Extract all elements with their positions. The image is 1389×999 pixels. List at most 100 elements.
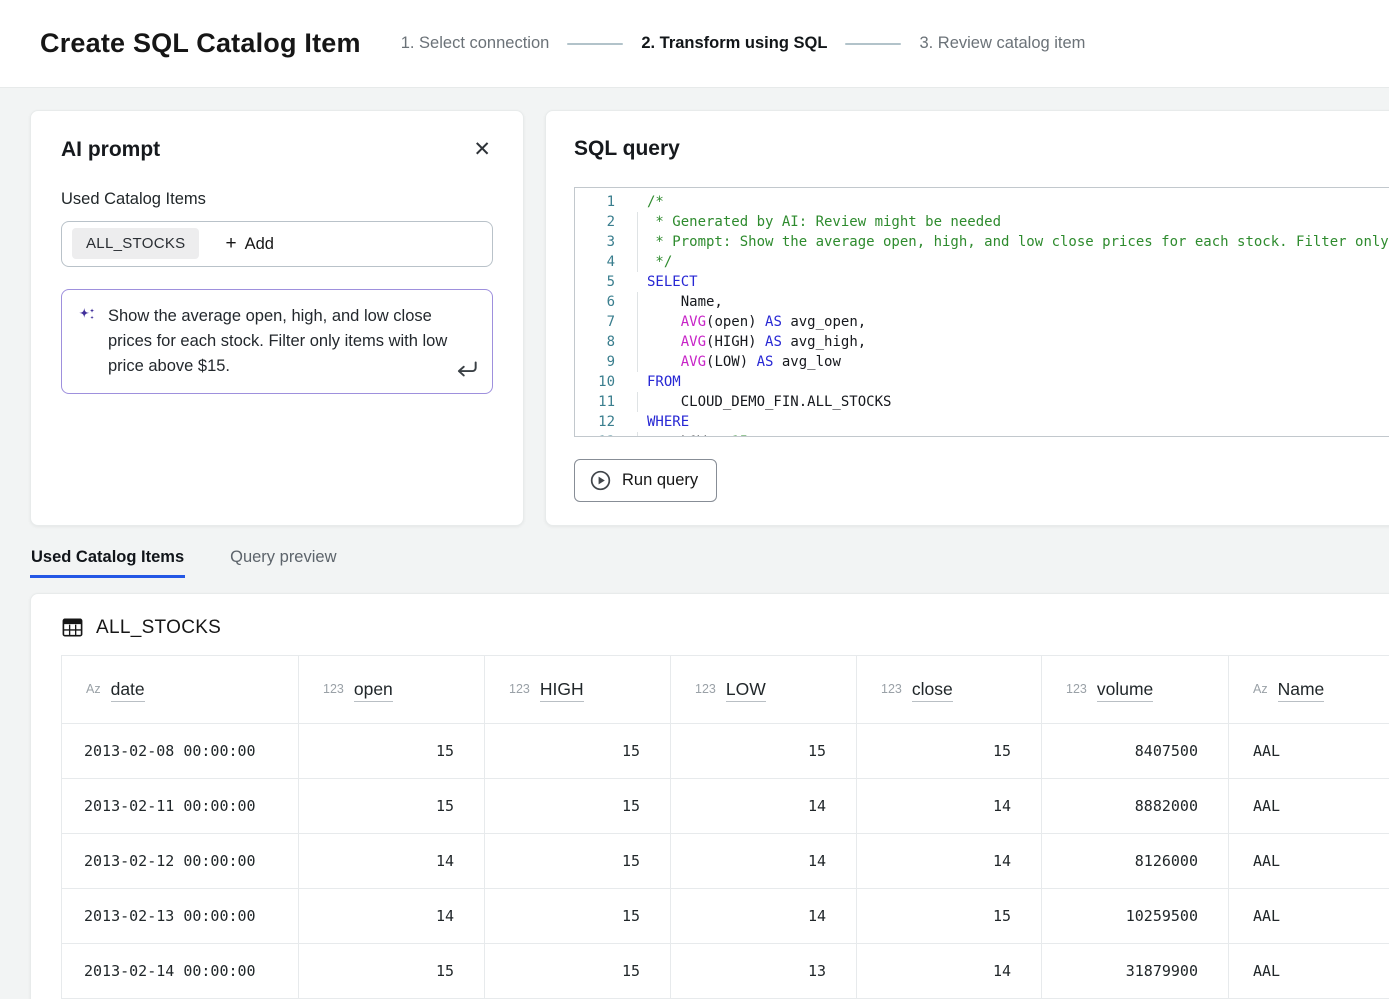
table-cell: 8407500 [1042,724,1229,779]
table-cell: 2013-02-08 00:00:00 [62,724,299,779]
text-type-icon: Az [86,682,101,696]
ai-prompt-input[interactable]: Show the average open, high, and low clo… [61,289,493,394]
table-cell: AAL [1229,779,1389,834]
code-line: 1/* [575,192,1389,212]
wizard-steps: 1. Select connection2. Transform using S… [401,34,1086,53]
code-line: 7 AVG(open) AS avg_open, [575,312,1389,332]
column-header-close[interactable]: 123close [857,656,1042,724]
ai-prompt-panel: AI prompt ✕ Used Catalog Items ALL_STOCK… [30,110,524,526]
line-number: 3 [575,232,621,252]
column-name: open [354,679,393,702]
tab-used-catalog-items[interactable]: Used Catalog Items [30,546,185,578]
table-cell: 15 [485,889,671,944]
column-header-name[interactable]: AzName [1229,656,1389,724]
line-number: 5 [575,272,621,292]
code-text: AVG(LOW) AS avg_low [621,352,841,372]
line-number: 7 [575,312,621,332]
table-cell: 15 [857,889,1042,944]
numeric-type-icon: 123 [509,682,530,696]
line-number: 13 [575,432,621,437]
code-text: FROM [621,372,681,392]
table-cell: 15 [671,724,857,779]
table-cell: AAL [1229,889,1389,944]
add-button-label: Add [245,235,274,254]
line-number: 10 [575,372,621,392]
table-cell: 15 [485,834,671,889]
table-cell: 14 [671,889,857,944]
numeric-type-icon: 123 [1066,682,1087,696]
code-text: /* [621,192,664,212]
column-header-low[interactable]: 123LOW [671,656,857,724]
column-header-open[interactable]: 123 open [299,656,485,724]
sql-code-editor[interactable]: 1/*2 * Generated by AI: Review might be … [574,187,1389,437]
table-cell: AAL [1229,834,1389,889]
code-line: 3 * Prompt: Show the average open, high,… [575,232,1389,252]
table-cell: 13 [671,944,857,999]
column-name: Name [1278,679,1325,702]
app-header: Create SQL Catalog Item 1. Select connec… [0,0,1389,88]
step-connector [567,43,623,45]
wizard-step-3: 3. Review catalog item [919,34,1085,53]
table-cell: 14 [857,779,1042,834]
column-name: LOW [726,679,766,702]
close-icon[interactable]: ✕ [471,137,493,162]
line-number: 12 [575,412,621,432]
line-number: 6 [575,292,621,312]
submit-prompt-icon[interactable] [454,357,480,383]
preview-tabs: Used Catalog Items Query preview [30,546,338,578]
table-cell: 31879900 [1042,944,1229,999]
table-cell: 14 [299,834,485,889]
table-cell: 14 [857,944,1042,999]
code-text: * Generated by AI: Review might be neede… [621,212,1001,232]
numeric-type-icon: 123 [323,682,344,696]
column-header-volume[interactable]: 123 volume [1042,656,1229,724]
table-cell: 2013-02-14 00:00:00 [62,944,299,999]
code-line: 10FROM [575,372,1389,392]
line-number: 2 [575,212,621,232]
play-icon [589,469,612,492]
code-text: LOW > 15 [621,432,748,437]
table-cell: 15 [299,724,485,779]
code-line: 9 AVG(LOW) AS avg_low [575,352,1389,372]
preview-table-name: ALL_STOCKS [96,617,221,639]
plus-icon: + [225,233,236,255]
prompt-text: Show the average open, high, and low clo… [108,304,448,379]
code-text: AVG(HIGH) AS avg_high, [621,332,866,352]
line-number: 1 [575,192,621,212]
table-row: 2013-02-14 00:00:001515131431879900AAL [62,944,1389,999]
line-number: 9 [575,352,621,372]
table-cell: 8882000 [1042,779,1229,834]
create-sql-catalog-page: Create SQL Catalog Item 1. Select connec… [0,0,1389,999]
catalog-item-chip[interactable]: ALL_STOCKS [72,228,199,259]
column-header-date[interactable]: Azdate [62,656,299,724]
code-line: 2 * Generated by AI: Review might be nee… [575,212,1389,232]
table-cell: 15 [299,944,485,999]
code-line: 6 Name, [575,292,1389,312]
catalog-items-input[interactable]: ALL_STOCKS + Add [61,221,493,267]
sql-query-title: SQL query [574,137,1389,161]
column-name: volume [1097,679,1153,702]
code-text: CLOUD_DEMO_FIN.ALL_STOCKS [621,392,891,412]
table-cell: 15 [485,724,671,779]
table-cell: 2013-02-13 00:00:00 [62,889,299,944]
run-query-button[interactable]: Run query [574,459,717,502]
code-text: Name, [621,292,723,312]
tab-query-preview[interactable]: Query preview [229,546,337,578]
page-title: Create SQL Catalog Item [40,28,361,59]
preview-data-table: Azdate123open123HIGH123LOW123close123vol… [61,655,1389,999]
used-catalog-items-label: Used Catalog Items [61,190,493,209]
column-header-high[interactable]: 123HIGH [485,656,671,724]
table-cell: 15 [485,944,671,999]
table-cell: 15 [857,724,1042,779]
table-row: 2013-02-13 00:00:001415141510259500AAL [62,889,1389,944]
sparkle-icon [76,306,98,328]
add-catalog-item-button[interactable]: + Add [225,233,273,255]
wizard-step-2: 2. Transform using SQL [641,34,827,53]
step-connector [845,43,901,45]
column-name: date [111,679,145,702]
code-text: AVG(open) AS avg_open, [621,312,866,332]
line-number: 11 [575,392,621,412]
table-row: 2013-02-08 00:00:00151515158407500AAL [62,724,1389,779]
table-cell: 2013-02-12 00:00:00 [62,834,299,889]
code-line: 11 CLOUD_DEMO_FIN.ALL_STOCKS [575,392,1389,412]
